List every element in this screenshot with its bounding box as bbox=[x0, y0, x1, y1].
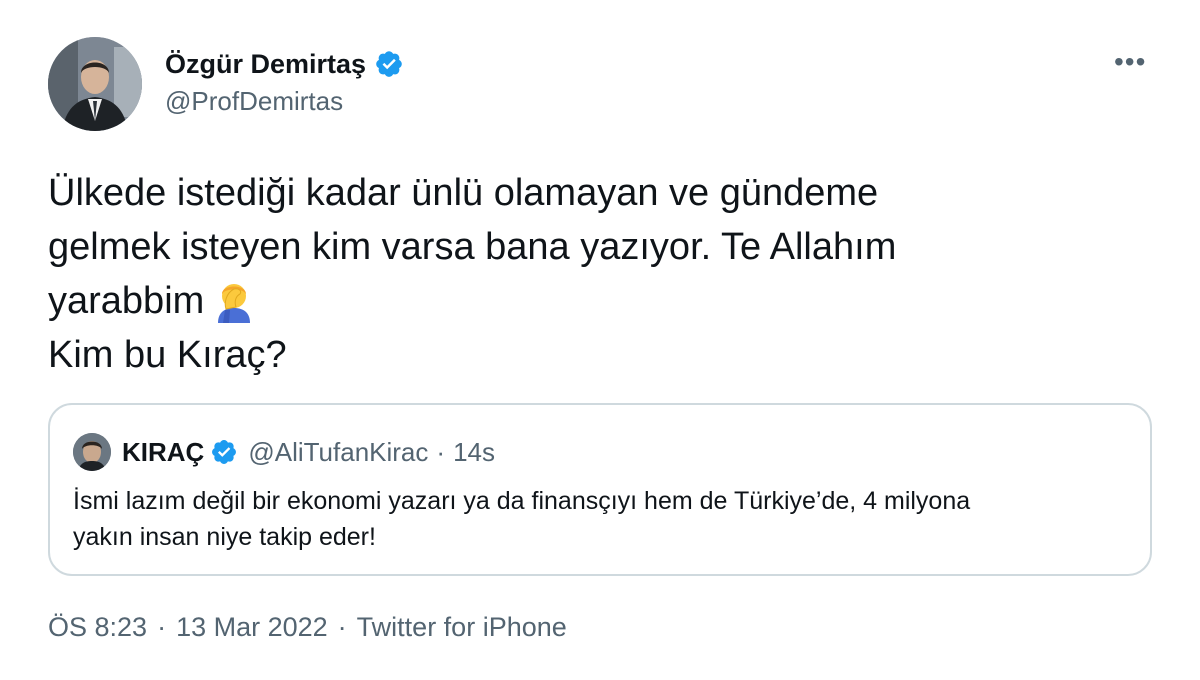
tweet-line: yarabbim bbox=[48, 274, 1148, 328]
tweet-meta: ÖS 8:23 · 13 Mar 2022 · Twitter for iPho… bbox=[48, 612, 567, 643]
author-handle[interactable]: @ProfDemirtas bbox=[165, 86, 343, 117]
quoted-line: İsmi lazım değil bir ekonomi yazarı ya d… bbox=[73, 487, 971, 515]
quoted-tweet-header: KIRAÇ @AliTufanKirac · 14s bbox=[122, 432, 495, 472]
meta-separator: · bbox=[337, 612, 347, 642]
quoted-author-name[interactable]: KIRAÇ bbox=[122, 437, 204, 468]
tweet-source[interactable]: Twitter for iPhone bbox=[357, 612, 567, 643]
quoted-line: yakın insan niye takip eder! bbox=[73, 523, 376, 551]
quoted-timestamp[interactable]: 14s bbox=[453, 437, 495, 468]
meta-separator: · bbox=[157, 612, 167, 642]
verified-badge-icon bbox=[376, 51, 402, 77]
more-options-icon[interactable]: ••• bbox=[1114, 48, 1146, 76]
quoted-author-photo bbox=[73, 433, 111, 471]
tweet-line: gelmek isteyen kim varsa bana yazıyor. T… bbox=[48, 226, 897, 268]
tweet-time[interactable]: ÖS 8:23 bbox=[48, 612, 147, 643]
tweet-text: Ülkede istediği kadar ünlü olamayan ve g… bbox=[48, 166, 1148, 382]
author-name-row: Özgür Demirtaş bbox=[165, 44, 404, 84]
quoted-tweet-card[interactable]: KIRAÇ @AliTufanKirac · 14s İsmi lazım de… bbox=[48, 403, 1152, 576]
tweet-line: Ülkede istediği kadar ünlü olamayan ve g… bbox=[48, 172, 879, 214]
tweet-date[interactable]: 13 Mar 2022 bbox=[176, 612, 328, 643]
verified-badge-icon bbox=[212, 440, 237, 464]
author-avatar[interactable] bbox=[48, 37, 142, 131]
tweet-line-text: yarabbim bbox=[48, 280, 205, 322]
quoted-tweet-text: İsmi lazım değil bir ekonomi yazarı ya d… bbox=[73, 483, 1133, 555]
author-name[interactable]: Özgür Demirtaş bbox=[165, 49, 366, 80]
tweet-line: Kim bu Kıraç? bbox=[48, 334, 287, 376]
author-photo bbox=[48, 37, 142, 131]
quoted-author-avatar[interactable] bbox=[73, 433, 111, 471]
quoted-separator: · bbox=[436, 436, 446, 467]
quoted-author-handle[interactable]: @AliTufanKirac bbox=[248, 437, 428, 468]
facepalm-icon bbox=[218, 284, 251, 323]
